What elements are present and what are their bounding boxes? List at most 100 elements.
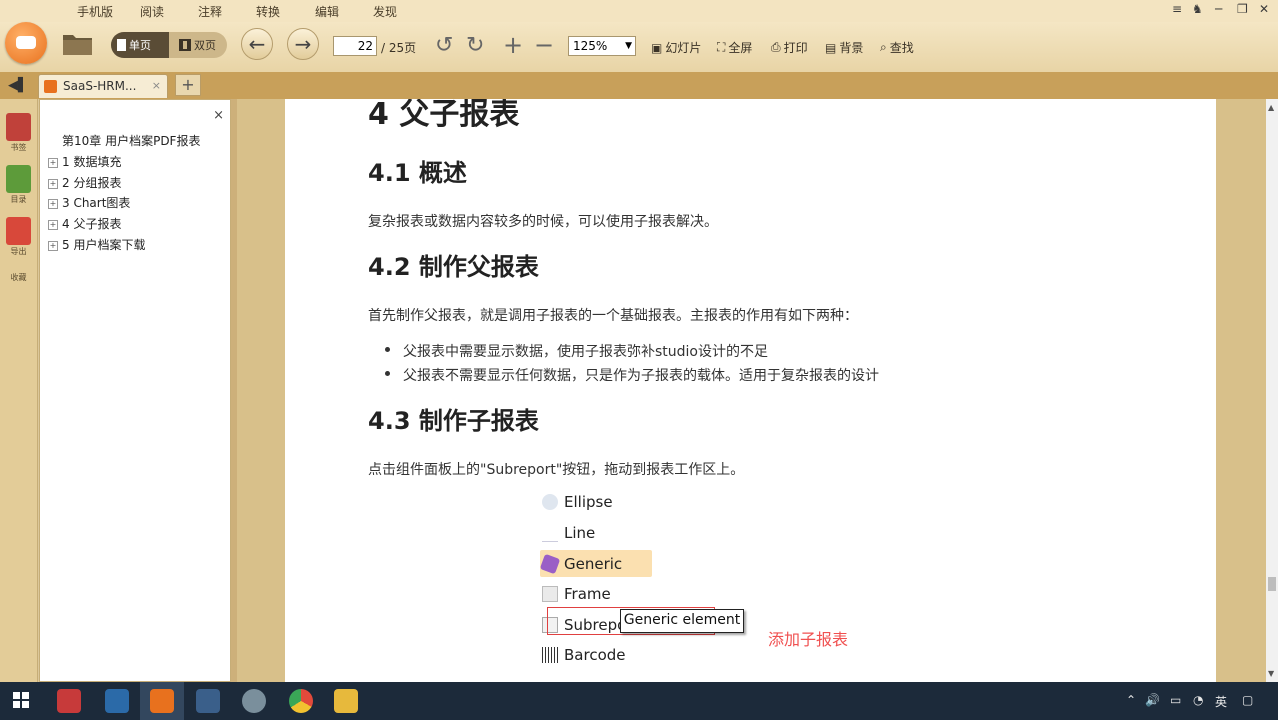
skin-icon[interactable]: ♞ <box>1192 2 1203 16</box>
bookmark-icon[interactable] <box>6 113 31 141</box>
document-tab[interactable]: SaaS-HRM... × <box>38 74 168 98</box>
barcode-icon <box>542 647 558 663</box>
palette-label: Generic <box>564 555 623 573</box>
maximize-button[interactable]: ❐ <box>1237 2 1248 16</box>
chevron-down-icon: ▼ <box>625 41 632 51</box>
tray-chevron-up-icon[interactable]: ⌃ <box>1126 693 1136 707</box>
find-button[interactable]: ⌕ 查找 <box>880 39 914 56</box>
tab-close-button[interactable]: × <box>152 79 161 92</box>
rotate-left-button[interactable]: ↺ <box>435 33 453 58</box>
menu-edit[interactable]: 编辑 <box>315 3 339 20</box>
tray-ime-indicator[interactable]: 英 <box>1215 693 1227 710</box>
menu-icon[interactable]: ≡ <box>1172 2 1182 16</box>
folder-icon <box>63 35 92 55</box>
printer-icon: ⎙ <box>771 40 781 54</box>
outline-item[interactable]: 第10章 用户档案PDF报表 <box>62 132 200 149</box>
taskbar-app-intellij-icon[interactable] <box>57 689 81 713</box>
open-folder-button[interactable] <box>62 31 94 57</box>
expand-icon[interactable]: + <box>48 220 58 230</box>
vertical-scrollbar[interactable]: ▲ ▼ <box>1266 99 1278 682</box>
outline-item[interactable]: +4 父子报表 <box>48 215 121 232</box>
zoom-out-button[interactable]: − <box>534 31 554 59</box>
background-button[interactable]: ▤ 背景 <box>825 39 863 56</box>
heading-4-2: 4.2 制作父报表 <box>368 253 539 281</box>
outline-item[interactable]: +1 数据填充 <box>48 153 121 170</box>
palette-label: Ellipse <box>564 493 613 511</box>
menu-discover[interactable]: 发现 <box>373 3 397 20</box>
page-number-input[interactable]: 22 <box>333 36 377 56</box>
taskbar-app-network-icon[interactable] <box>105 689 129 713</box>
outline-item-label: 1 数据填充 <box>62 155 122 169</box>
palette-item-line: Line <box>542 520 595 546</box>
ellipse-icon <box>542 494 558 510</box>
tab-title: SaaS-HRM... <box>63 79 137 93</box>
zoom-value: 125% <box>573 39 608 53</box>
background-icon: ▤ <box>825 40 837 55</box>
expand-icon[interactable]: + <box>48 199 58 209</box>
slideshow-button[interactable]: ▣ 幻灯片 <box>651 39 701 56</box>
paragraph-4-2: 首先制作父报表，就是调用子报表的一个基础报表。主报表的作用有如下两种： <box>368 308 858 324</box>
menu-annotate[interactable]: 注释 <box>198 3 222 20</box>
outline-item-label: 5 用户档案下载 <box>62 238 146 252</box>
taskbar-app-jaspersoft-icon[interactable] <box>196 689 220 713</box>
list-item: 父报表不需要显示任何数据，只是作为子报表的载体。适用于复杂报表的设计 <box>403 368 879 384</box>
generic-icon <box>539 553 561 575</box>
find-label: 查找 <box>889 41 914 55</box>
expand-icon[interactable]: + <box>48 179 58 189</box>
double-page-label: 双页 <box>194 39 216 52</box>
menu-read[interactable]: 阅读 <box>140 3 164 20</box>
tray-battery-icon[interactable]: ▭ <box>1170 693 1181 707</box>
taskbar-app-reader-icon[interactable] <box>150 689 174 713</box>
rotate-right-button[interactable]: ↻ <box>466 33 484 58</box>
search-icon: ⌕ <box>880 40 887 54</box>
single-page-button[interactable]: 单页 <box>111 32 169 58</box>
menu-convert[interactable]: 转换 <box>256 3 280 20</box>
scroll-down-icon[interactable]: ▼ <box>1268 669 1274 678</box>
export-icon[interactable] <box>6 217 31 245</box>
fullscreen-button[interactable]: ⛶ 全屏 <box>717 39 752 56</box>
annotation-text: 添加子报表 <box>768 630 849 649</box>
new-tab-button[interactable]: + <box>175 74 201 96</box>
taskbar <box>0 682 1278 720</box>
outline-icon[interactable] <box>6 165 31 193</box>
taskbar-app-chrome-icon[interactable] <box>289 689 313 713</box>
outline-close-button[interactable]: × <box>213 108 224 123</box>
bullet-icon <box>385 347 390 352</box>
scroll-up-icon[interactable]: ▲ <box>1268 103 1274 112</box>
menu-bar: 手机版 阅读 注释 转换 编辑 发现 ≡ ♞ ─ ❐ ✕ <box>0 0 1278 22</box>
tray-notification-icon[interactable]: ▢ <box>1242 693 1253 707</box>
taskbar-app-eclipse-icon[interactable] <box>242 689 266 713</box>
expand-icon[interactable]: + <box>48 158 58 168</box>
bookmark-label: 书签 <box>10 143 27 152</box>
tray-wifi-icon[interactable]: ◔ <box>1193 693 1203 707</box>
collect-label[interactable]: 收藏 <box>0 272 37 283</box>
double-page-button[interactable]: 双页 <box>173 32 222 58</box>
expand-icon[interactable]: + <box>48 241 58 251</box>
taskbar-app-explorer-icon[interactable] <box>334 689 358 713</box>
next-page-button[interactable]: → <box>287 28 319 60</box>
print-button[interactable]: ⎙ 打印 <box>771 39 808 56</box>
sidebar-toggle-button[interactable]: ◀▌ <box>8 78 28 93</box>
outline-label: 目录 <box>10 195 27 204</box>
prev-page-button[interactable]: ← <box>241 28 273 60</box>
outline-item[interactable]: +3 Chart图表 <box>48 194 130 211</box>
minimize-button[interactable]: ─ <box>1215 2 1222 16</box>
print-label: 打印 <box>783 41 808 55</box>
outline-item[interactable]: +5 用户档案下载 <box>48 236 145 253</box>
palette-item-barcode: Barcode <box>542 642 626 668</box>
zoom-in-button[interactable]: + <box>503 31 523 59</box>
rotate-left-icon: ↺ <box>435 33 454 58</box>
plus-icon: + <box>503 31 524 59</box>
close-button[interactable]: ✕ <box>1259 2 1269 16</box>
outline-item-label: 2 分组报表 <box>62 176 122 190</box>
menu-mobile[interactable]: 手机版 <box>77 3 113 20</box>
outline-item[interactable]: +2 分组报表 <box>48 174 121 191</box>
zoom-select[interactable]: 125% ▼ <box>568 36 636 56</box>
windows-start-button[interactable] <box>13 692 29 708</box>
scroll-thumb[interactable] <box>1268 577 1276 591</box>
paragraph-4-3: 点击组件面板上的"Subreport"按钮，拖动到报表工作区上。 <box>368 462 745 478</box>
tray-volume-icon[interactable]: 🔊 <box>1145 693 1160 707</box>
fullscreen-icon: ⛶ <box>717 40 726 54</box>
outline-item-label: 3 Chart图表 <box>62 196 131 210</box>
app-logo-icon[interactable] <box>5 22 47 64</box>
